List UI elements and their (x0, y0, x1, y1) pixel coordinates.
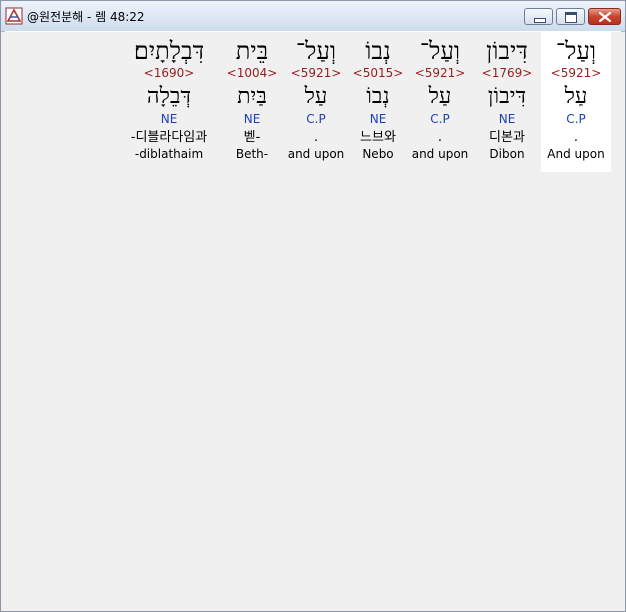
part-of-speech: NE (369, 112, 387, 126)
window-title: @원전분해 - 렘 48:22 (27, 10, 145, 24)
hebrew-lemma: בַּיִת (237, 84, 267, 109)
korean-gloss: 벧- (243, 130, 261, 145)
hebrew-lemma: דְּבֵלָה (146, 84, 192, 109)
hebrew-word: דִּיבוֹן (486, 37, 528, 65)
hebrew-lemma: עַל (564, 84, 588, 109)
hebrew-word: דִּבְלָתָיִם׃ (133, 37, 205, 65)
korean-gloss: -디블라다임과 (130, 130, 208, 145)
hebrew-word: וְעַל־ (295, 37, 337, 65)
hebrew-word: וְעַל־ (419, 37, 461, 65)
part-of-speech: NE (160, 112, 178, 126)
korean-gloss: . (437, 130, 443, 145)
part-of-speech: NE (498, 112, 516, 126)
hebrew-lemma: נְבוֹ (366, 84, 390, 109)
word-column-1[interactable]: וְעַל־ <5921> עַל C.P . And upon (541, 32, 611, 172)
close-icon (599, 12, 611, 22)
english-gloss: Beth- (235, 147, 269, 161)
word-column-7[interactable]: דִּבְלָתָיִם׃ <1690> דְּבֵלָה NE -디블라다임과… (117, 32, 221, 172)
english-gloss: And upon (547, 147, 605, 161)
app-logo-icon (5, 7, 23, 25)
title-bar[interactable]: @원전분해 - 렘 48:22 (1, 1, 625, 32)
part-of-speech: C.P (430, 112, 450, 126)
word-column-5[interactable]: וְעַל־ <5921> עַל C.P . and upon (282, 32, 350, 172)
korean-gloss: 느브와 (360, 130, 396, 145)
hebrew-word: וְעַל־ (555, 37, 597, 65)
strongs-number[interactable]: <5921> (415, 66, 466, 80)
part-of-speech: NE (243, 112, 261, 126)
english-gloss: Nebo (362, 147, 394, 161)
korean-gloss: . (313, 130, 319, 145)
english-gloss: and upon (287, 147, 345, 161)
part-of-speech: C.P (566, 112, 586, 126)
hebrew-lemma: עַל (428, 84, 452, 109)
word-column-4[interactable]: נְבוֹ <5015> נְבוֹ NE 느브와 Nebo (348, 32, 408, 172)
hebrew-lemma: דִּיבוֹן (487, 84, 527, 109)
strongs-number[interactable]: <1769> (482, 66, 533, 80)
app-window: @원전분해 - 렘 48:22 וְעַל־ <5921> עַל C.P . … (0, 0, 626, 612)
strongs-number[interactable]: <5921> (551, 66, 602, 80)
parsing-panel: וְעַל־ <5921> עַל C.P . And upon דִּיבוֹ… (5, 31, 621, 608)
strongs-number[interactable]: <5015> (353, 66, 404, 80)
maximize-button[interactable] (556, 8, 585, 25)
hebrew-lemma: עַל (304, 84, 328, 109)
hebrew-word: בֵּית (235, 37, 269, 65)
minimize-button[interactable] (524, 8, 553, 25)
korean-gloss: . (573, 130, 579, 145)
word-column-6[interactable]: בֵּית <1004> בַּיִת NE 벧- Beth- (224, 32, 280, 172)
english-gloss: -diblathaim (134, 147, 204, 161)
english-gloss: Dibon (489, 147, 525, 161)
word-column-3[interactable]: וְעַל־ <5921> עַל C.P . and upon (406, 32, 474, 172)
part-of-speech: C.P (306, 112, 326, 126)
word-column-2[interactable]: דִּיבוֹן <1769> דִּיבוֹן NE 디본과 Dibon (472, 32, 542, 172)
strongs-number[interactable]: <5921> (291, 66, 342, 80)
korean-gloss: 디본과 (489, 130, 525, 145)
hebrew-word: נְבוֹ (365, 37, 391, 65)
close-button[interactable] (588, 8, 621, 25)
strongs-number[interactable]: <1690> (144, 66, 195, 80)
english-gloss: and upon (411, 147, 469, 161)
strongs-number[interactable]: <1004> (227, 66, 278, 80)
